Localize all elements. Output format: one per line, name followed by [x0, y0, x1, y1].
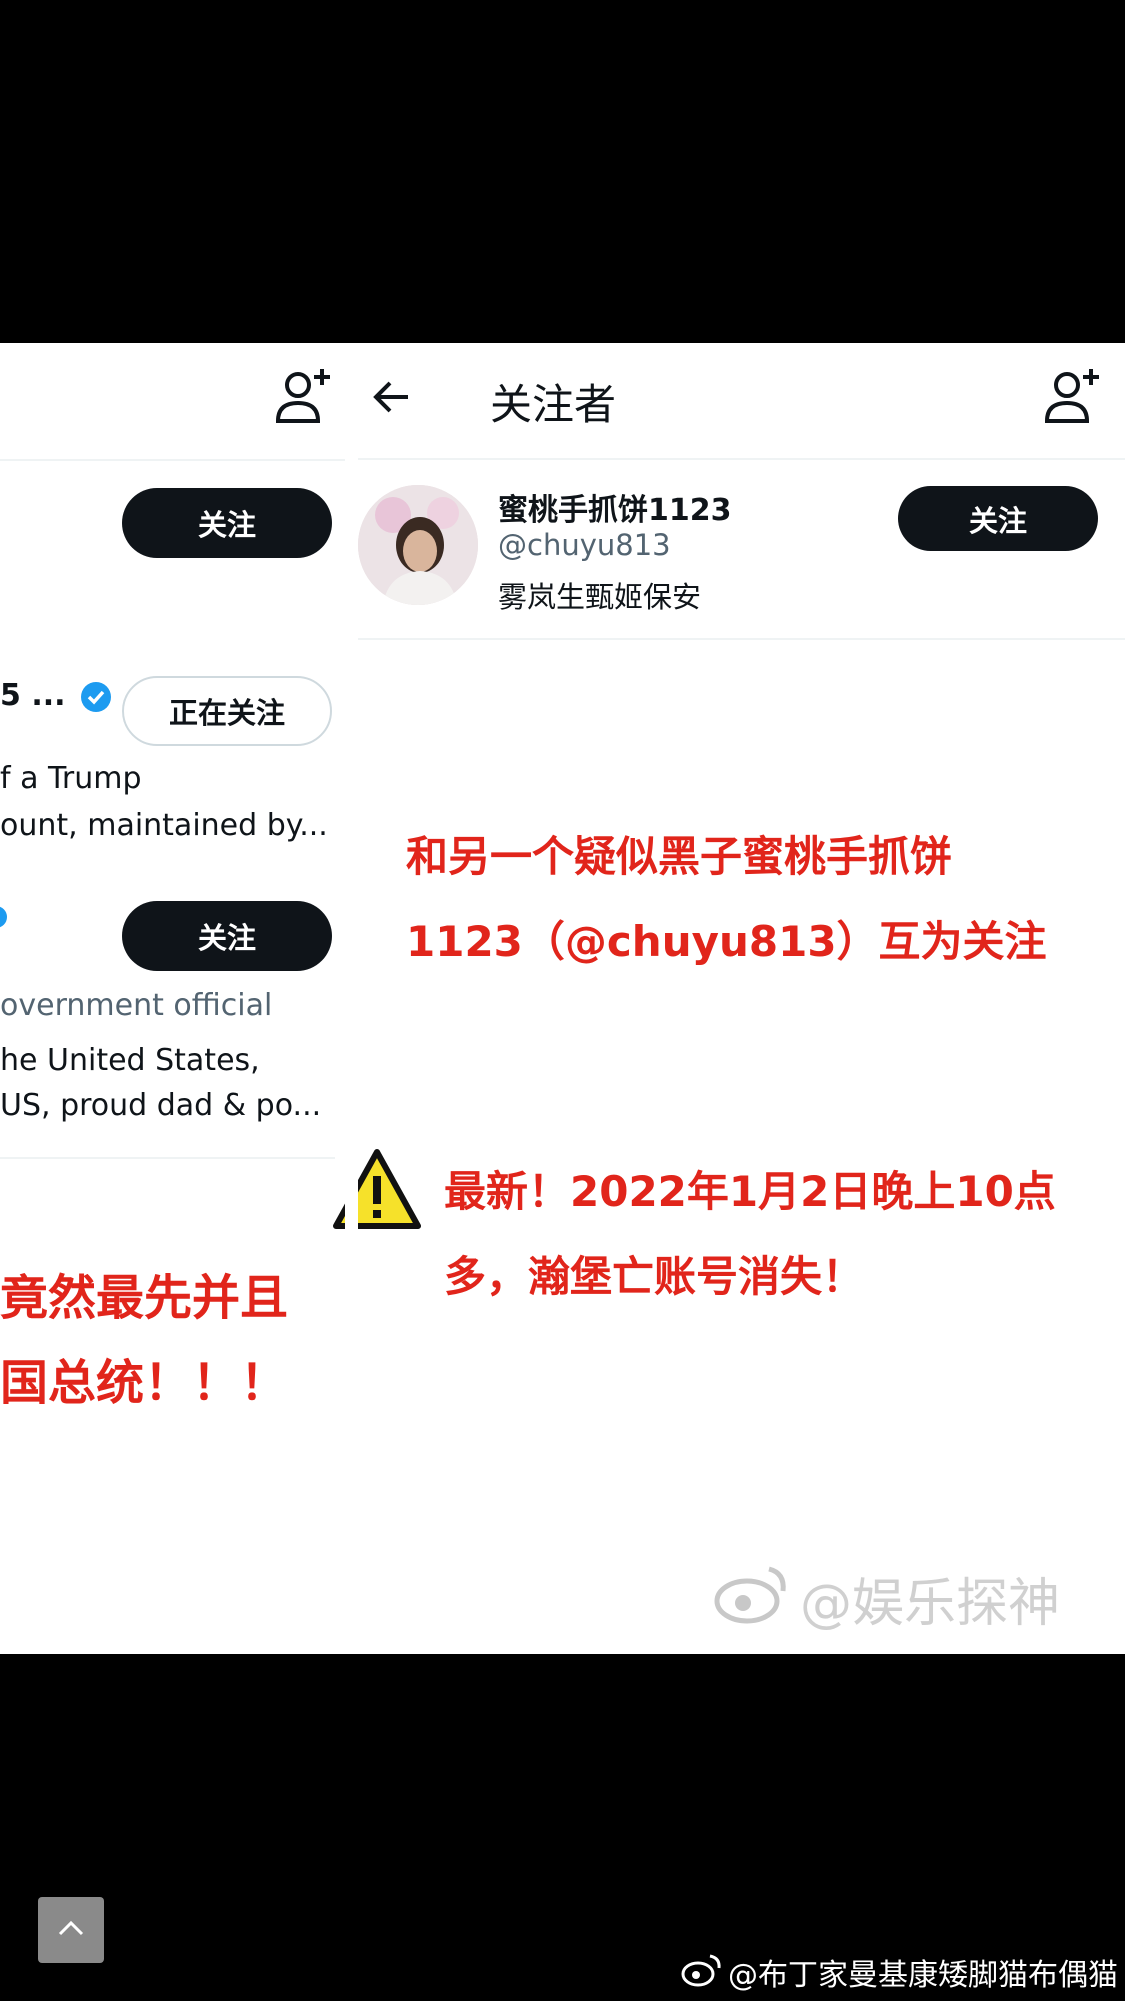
- user-display-name[interactable]: 蜜桃手抓饼1123: [498, 485, 732, 529]
- add-user-icon[interactable]: [1041, 365, 1105, 429]
- author-credit: @布丁家曼基康矮脚猫布偶猫: [728, 1958, 1118, 1993]
- red-annotation: 和另一个疑似黑子蜜桃手抓饼: [406, 832, 953, 881]
- screenshot-image: 关注 5 ... 正在关注 f a Trump ount, maintained…: [0, 343, 1125, 1654]
- follow-button[interactable]: 关注: [122, 901, 332, 971]
- bio-line: US, proud dad & po...: [0, 1088, 322, 1123]
- follow-button[interactable]: 关注: [122, 488, 332, 558]
- account-role: overnment official: [0, 988, 273, 1023]
- red-annotation: 国总统！！！: [0, 1355, 289, 1411]
- bio-line: f a Trump: [0, 761, 142, 796]
- panel-separator: [345, 343, 358, 1654]
- right-panel: 关注者 蜜桃手抓饼1123 @chuyu813 雾岚生甄姬保安 关注 和另一个疑…: [333, 343, 1125, 1654]
- page-title: 关注者: [490, 380, 617, 429]
- warning-text: 最新！2022年1月2日晚上10点: [444, 1167, 1056, 1216]
- divider: [358, 458, 1125, 460]
- red-annotation: 竟然最先并且: [0, 1270, 289, 1326]
- verified-badge-icon: [80, 681, 112, 713]
- left-panel: 关注 5 ... 正在关注 f a Trump ount, maintained…: [0, 343, 345, 1654]
- back-arrow-icon[interactable]: [368, 373, 416, 421]
- user-handle: @chuyu813: [498, 528, 671, 562]
- divider: [0, 1157, 335, 1159]
- weibo-logo-icon: [713, 1561, 793, 1625]
- warning-text: 多，瀚堡亡账号消失！: [444, 1252, 865, 1301]
- add-user-icon[interactable]: [272, 365, 336, 429]
- verified-badge-icon: [0, 905, 8, 929]
- user-bio: 雾岚生甄姬保安: [498, 580, 702, 614]
- avatar[interactable]: [358, 485, 478, 605]
- account-name-partial: 5 ...: [0, 678, 66, 713]
- watermark: @娱乐探神: [800, 1574, 1061, 1634]
- scroll-to-top-button[interactable]: [38, 1897, 104, 1963]
- divider: [358, 638, 1125, 640]
- following-button[interactable]: 正在关注: [122, 676, 332, 746]
- follow-button[interactable]: 关注: [898, 486, 1098, 551]
- chevron-up-icon: [56, 1918, 86, 1942]
- weibo-logo-icon: [680, 1952, 724, 1988]
- bio-line: ount, maintained by...: [0, 808, 328, 843]
- divider: [0, 459, 345, 461]
- red-annotation: 1123（@chuyu813）互为关注: [406, 917, 1047, 966]
- bio-line: he United States,: [0, 1043, 260, 1078]
